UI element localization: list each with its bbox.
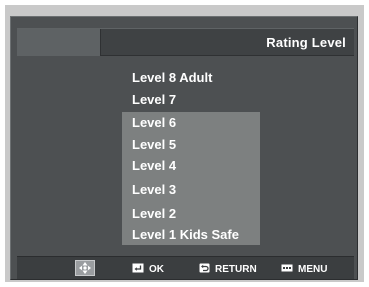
- footer-bar: OK RETURN MENU: [17, 256, 354, 280]
- selection-panel: [122, 112, 260, 245]
- return-button[interactable]: RETURN: [199, 261, 257, 277]
- page-title: Rating Level: [266, 35, 346, 50]
- osd-screen: Rating Level Level 8 Adult Level 7 Level…: [10, 16, 358, 280]
- menu-button[interactable]: MENU: [281, 261, 327, 277]
- level-3-option[interactable]: Level 3: [132, 182, 176, 197]
- header-tab: [17, 29, 101, 56]
- level-2-option[interactable]: Level 2: [132, 206, 176, 221]
- enter-icon: [132, 263, 144, 276]
- return-arrow-icon: [199, 263, 210, 276]
- level-5-option[interactable]: Level 5: [132, 137, 176, 152]
- ok-label: OK: [149, 263, 164, 275]
- menu-label: MENU: [298, 263, 328, 275]
- level-8-option[interactable]: Level 8 Adult: [132, 70, 212, 85]
- header-bar: Rating Level: [17, 28, 354, 56]
- ok-button[interactable]: OK: [132, 261, 164, 277]
- level-7-option[interactable]: Level 7: [132, 92, 176, 107]
- level-1-option[interactable]: Level 1 Kids Safe: [132, 227, 239, 242]
- menu-icon: [281, 264, 293, 275]
- four-way-arrow-icon: [75, 260, 95, 276]
- level-6-option[interactable]: Level 6: [132, 115, 176, 130]
- level-4-option[interactable]: Level 4: [132, 158, 176, 173]
- return-label: RETURN: [215, 263, 257, 275]
